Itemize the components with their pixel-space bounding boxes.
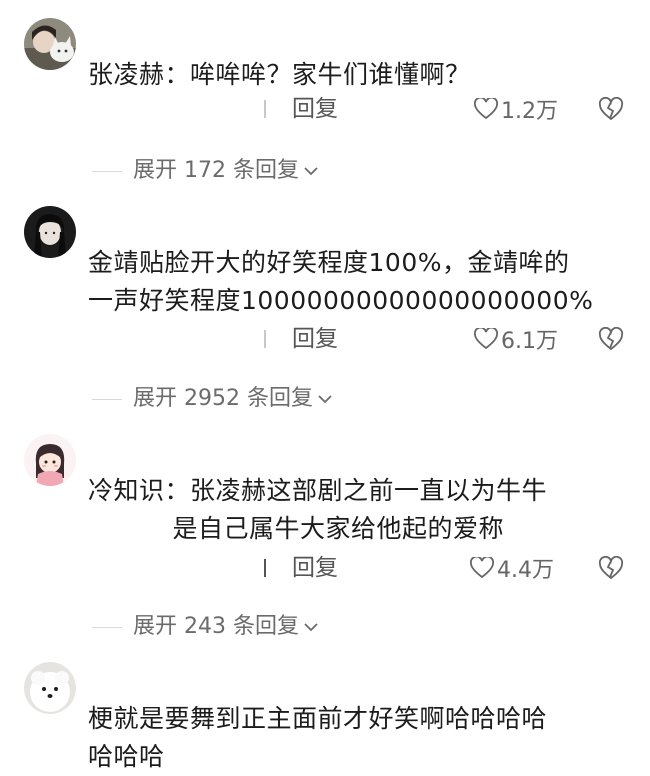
- comment-text: 冷知识：张凌赫这部剧之前一直以为牛牛 是自己属牛大家给他起的爱称: [88, 476, 548, 543]
- comment-text: 张凌赫：哞哞哞？家牛们谁懂啊？: [88, 60, 471, 89]
- cartoon-girl-avatar-icon: [24, 434, 76, 486]
- heart-icon: [470, 557, 494, 579]
- like-button[interactable]: 6.1万: [474, 322, 558, 356]
- dislike-button[interactable]: [598, 326, 624, 351]
- divider-line: [92, 399, 122, 400]
- expand-replies-button[interactable]: 展开 172 条回复: [133, 154, 319, 188]
- avatar[interactable]: [24, 662, 76, 714]
- like-count: 1.2万: [501, 99, 558, 124]
- heart-icon: [474, 98, 498, 120]
- comment-actions: 回复 4.4万: [0, 551, 650, 585]
- chevron-down-icon: [304, 623, 318, 632]
- expand-replies-button[interactable]: 展开 2952 条回复: [133, 382, 333, 416]
- comment-text: 梗就是要舞到正主面前才好笑啊哈哈哈哈 哈哈哈: [88, 704, 548, 771]
- expand-replies: 展开 2952 条回复: [0, 382, 650, 416]
- divider: [264, 330, 266, 348]
- expand-replies-label: 展开 2952 条回复: [133, 386, 313, 411]
- avatar[interactable]: [24, 206, 76, 258]
- dislike-button[interactable]: [598, 96, 624, 121]
- comment-actions: 回复 6.1万: [0, 322, 650, 356]
- expand-replies-label: 展开 172 条回复: [133, 158, 299, 183]
- chevron-down-icon: [304, 167, 318, 176]
- dislike-button[interactable]: [598, 555, 624, 580]
- avatar[interactable]: [24, 434, 76, 486]
- like-count: 6.1万: [501, 329, 558, 354]
- comment-actions: 回复 1.2万: [0, 92, 650, 126]
- like-button[interactable]: 4.4万: [470, 551, 554, 585]
- heart-icon: [474, 328, 498, 350]
- like-button[interactable]: 1.2万: [474, 92, 558, 126]
- divider-line: [92, 627, 122, 628]
- chevron-down-icon: [318, 395, 332, 404]
- expand-replies: 展开 243 条回复: [0, 610, 650, 644]
- white-dog-avatar-icon: [24, 662, 76, 714]
- reply-button[interactable]: 回复: [292, 92, 338, 126]
- divider: [264, 100, 266, 118]
- broken-heart-icon: [598, 96, 624, 121]
- comment-text: 金靖贴脸开大的好笑程度100%，金靖哞的 一声好笑程度1000000000000…: [88, 248, 594, 315]
- avatar[interactable]: [24, 18, 76, 70]
- reply-button[interactable]: 回复: [292, 322, 338, 356]
- dark-hair-girl-avatar-icon: [24, 206, 76, 258]
- expand-replies-label: 展开 243 条回复: [133, 614, 299, 639]
- expand-replies: 展开 172 条回复: [0, 154, 650, 188]
- cat-girl-avatar-icon: [24, 18, 76, 70]
- like-count: 4.4万: [497, 558, 554, 583]
- expand-replies-button[interactable]: 展开 243 条回复: [133, 610, 319, 644]
- broken-heart-icon: [598, 326, 624, 351]
- divider-line: [92, 171, 122, 172]
- divider: [264, 559, 266, 577]
- broken-heart-icon: [598, 555, 624, 580]
- reply-button[interactable]: 回复: [292, 551, 338, 585]
